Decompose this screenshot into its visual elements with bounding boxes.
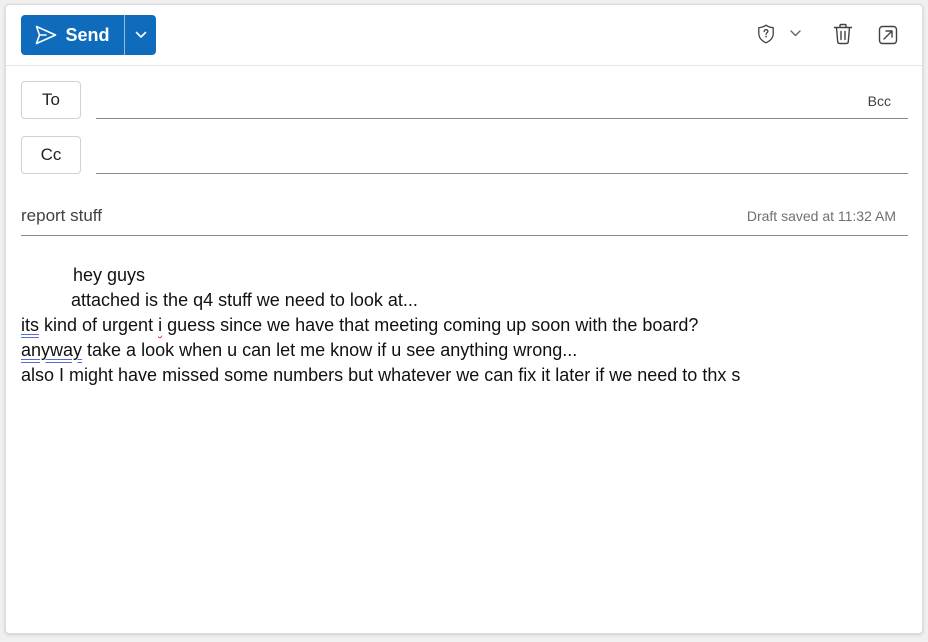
subject-field[interactable] (21, 200, 621, 232)
body-line-3: its kind of urgent i guess since we have… (21, 313, 908, 338)
message-body[interactable]: hey guys attached is the q4 stuff we nee… (21, 263, 908, 623)
send-button[interactable]: Send (21, 15, 124, 55)
cc-row: Cc (21, 136, 908, 178)
discard-button[interactable] (833, 23, 853, 45)
grammar-flagged-word[interactable]: its (21, 315, 39, 335)
send-button-group: Send (21, 15, 156, 55)
body-line-greeting: hey guys (73, 265, 146, 285)
bcc-button[interactable]: Bcc (868, 93, 891, 109)
pop-out-button[interactable] (878, 25, 898, 45)
trash-icon (833, 23, 853, 45)
send-options-button[interactable] (125, 15, 156, 55)
to-button[interactable]: To (21, 81, 81, 119)
body-text: guess since we have that meeting coming … (162, 315, 699, 335)
grammar-flagged-word[interactable]: anyway (21, 340, 82, 360)
sensitivity-button[interactable] (757, 24, 775, 44)
compose-toolbar: Send (6, 5, 922, 66)
send-icon (35, 25, 57, 45)
chevron-down-icon (135, 26, 147, 44)
body-text: take a look when u can let me know if u … (82, 340, 578, 360)
to-row: To Bcc (21, 81, 908, 123)
draft-saved-status: Draft saved at 11:32 AM (746, 208, 896, 224)
cc-field[interactable] (96, 136, 908, 174)
sensitivity-shield-icon (757, 24, 775, 44)
chevron-down-icon (790, 30, 801, 37)
compose-window: Send To Bcc Cc report stuff Draft saved … (5, 4, 923, 634)
body-line-2: attached is the q4 stuff we need to look… (71, 290, 418, 310)
to-field[interactable] (96, 81, 908, 119)
cc-button[interactable]: Cc (21, 136, 81, 174)
sensitivity-dropdown-button[interactable] (790, 30, 801, 37)
send-label: Send (65, 24, 110, 45)
body-line-4: anyway take a look when u can let me kno… (21, 338, 908, 363)
pop-out-icon (878, 25, 898, 45)
body-line-5: also I might have missed some numbers bu… (21, 365, 741, 385)
subject-row: Draft saved at 11:32 AM (21, 200, 908, 236)
body-text: kind of urgent (39, 315, 159, 335)
